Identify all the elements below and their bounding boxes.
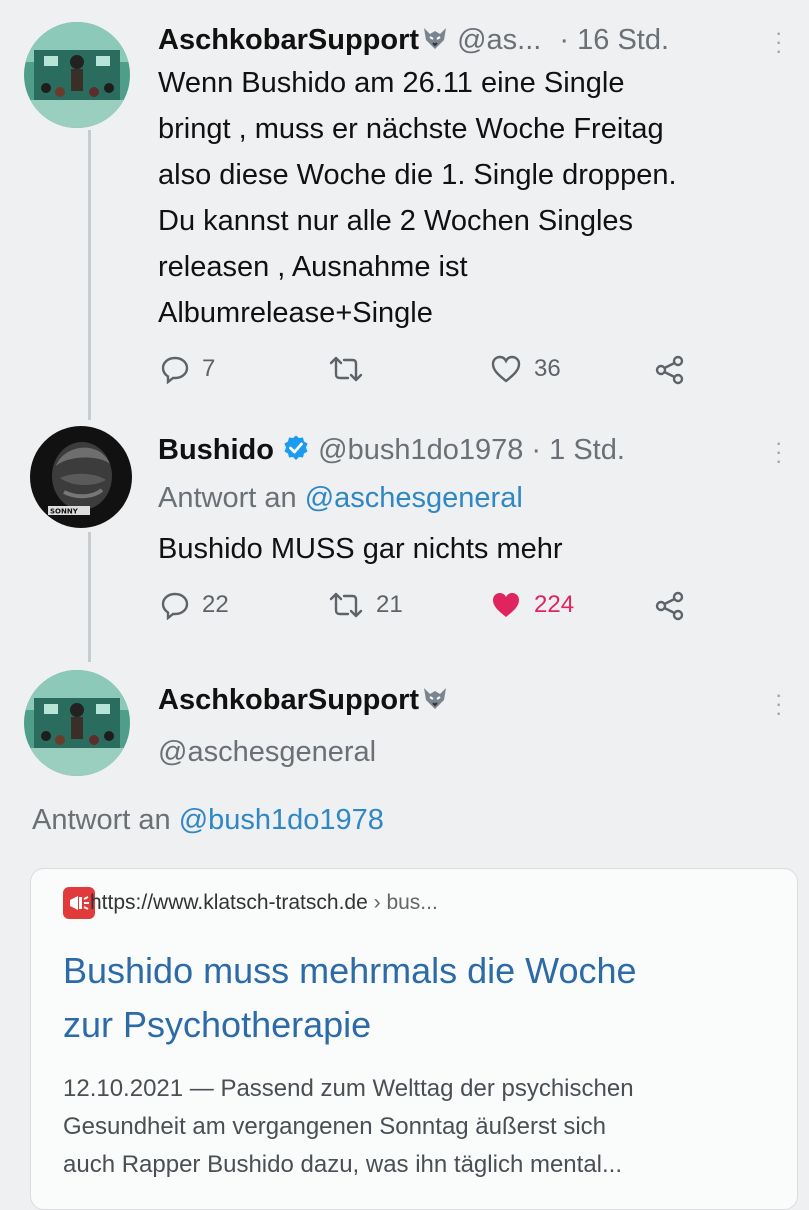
- tweet-line: Albumrelease+Single: [158, 297, 433, 329]
- more-options-icon[interactable]: · · ·: [775, 22, 782, 62]
- tweet-actions: 7 36: [160, 354, 700, 394]
- snippet-line: 12.10.2021 — Passend zum Welttag der psy…: [63, 1075, 634, 1102]
- link-title[interactable]: Bushido muss mehrmals die Woche zur Psyc…: [63, 944, 763, 1052]
- mention-link[interactable]: @bush1do1978: [179, 804, 384, 836]
- retweet-button[interactable]: [328, 354, 376, 384]
- tweet-line: also diese Woche die 1. Single droppen.: [158, 159, 677, 191]
- link-snippet: 12.10.2021 — Passend zum Welttag der psy…: [63, 1070, 763, 1184]
- tweet-text: Wenn Bushido am 26.11 eine Single bringt…: [158, 60, 778, 336]
- separator-dot: ·: [559, 24, 570, 56]
- reply-count: 7: [202, 355, 216, 382]
- like-count: 36: [534, 355, 561, 382]
- tweet-text: Bushido MUSS gar nichts mehr: [158, 533, 563, 565]
- retweet-icon: [329, 356, 363, 382]
- user-handle[interactable]: @as...: [457, 24, 541, 56]
- wolf-emoji-icon: [421, 24, 449, 60]
- like-button[interactable]: 36: [490, 354, 561, 384]
- link-domain: https://www.klatsch-tratsch.de: [90, 891, 368, 914]
- tweet-header: Bushido @bush1do1978 · 1 Std.: [158, 434, 625, 470]
- share-button[interactable]: [654, 590, 686, 622]
- user-handle[interactable]: @aschesgeneral: [158, 736, 376, 769]
- reply-count: 22: [202, 591, 229, 618]
- reply-icon: [161, 592, 189, 620]
- snippet-line: auch Rapper Bushido dazu, was ihn täglic…: [63, 1151, 622, 1178]
- share-icon: [655, 591, 684, 621]
- thread-line: [88, 532, 91, 662]
- replying-to: Antwort an @bush1do1978: [32, 804, 384, 837]
- tweet-line: bringt , muss er nächste Woche Freitag: [158, 113, 664, 145]
- more-options-icon[interactable]: · · ·: [775, 432, 782, 472]
- tweet-line: Wenn Bushido am 26.11 eine Single: [158, 67, 625, 99]
- snippet-line: Gesundheit am vergangenen Sonntag äußers…: [63, 1113, 607, 1140]
- tweet-header: AschkobarSupport: [158, 684, 449, 720]
- separator-dot: ·: [531, 434, 542, 466]
- timestamp[interactable]: 1 Std.: [549, 434, 625, 466]
- tweet-header: AschkobarSupport @as... · 16 Std.: [158, 24, 669, 60]
- retweet-count: 21: [376, 591, 403, 618]
- share-button[interactable]: [654, 354, 686, 386]
- heart-icon: [491, 355, 521, 383]
- link-breadcrumb: › bus...: [373, 891, 438, 914]
- svg-text:SONNY: SONNY: [50, 508, 79, 516]
- tweet-actions: 22 21 224: [160, 590, 700, 630]
- reply-button[interactable]: 7: [160, 354, 215, 384]
- more-options-icon[interactable]: · · ·: [775, 684, 782, 724]
- link-title-line: Bushido muss mehrmals die Woche: [63, 950, 637, 991]
- avatar[interactable]: SONNY: [30, 426, 132, 528]
- tweet-line: Du kannst nur alle 2 Wochen Singles: [158, 205, 634, 237]
- share-icon: [655, 355, 684, 385]
- user-handle[interactable]: @bush1do1978: [318, 434, 523, 466]
- display-name[interactable]: AschkobarSupport: [158, 24, 419, 56]
- link-title-line: zur Psychotherapie: [63, 1004, 372, 1045]
- retweet-icon: [329, 592, 363, 618]
- replying-to: Antwort an @aschesgeneral: [158, 482, 523, 515]
- verified-badge-icon: [282, 434, 310, 470]
- heart-filled-icon: [493, 593, 519, 617]
- replying-prefix: Antwort an: [158, 482, 297, 514]
- mention-link[interactable]: @aschesgeneral: [305, 482, 523, 514]
- display-name[interactable]: Bushido: [158, 434, 274, 466]
- like-button[interactable]: 224: [490, 590, 574, 620]
- retweet-button[interactable]: 21: [328, 590, 403, 620]
- replying-prefix: Antwort an: [32, 804, 171, 836]
- display-name[interactable]: AschkobarSupport: [158, 684, 419, 716]
- tweet-line: releasen , Ausnahme ist: [158, 251, 468, 283]
- reply-icon: [161, 356, 189, 384]
- wolf-emoji-icon: [421, 684, 449, 720]
- avatar[interactable]: [24, 670, 130, 776]
- like-count: 224: [534, 591, 575, 618]
- timestamp[interactable]: 16 Std.: [577, 24, 669, 56]
- reply-button[interactable]: 22: [160, 590, 229, 620]
- thread-line: [88, 130, 91, 420]
- link-url[interactable]: https://www.klatsch-tratsch.de › bus...: [90, 891, 438, 915]
- avatar[interactable]: [24, 22, 130, 128]
